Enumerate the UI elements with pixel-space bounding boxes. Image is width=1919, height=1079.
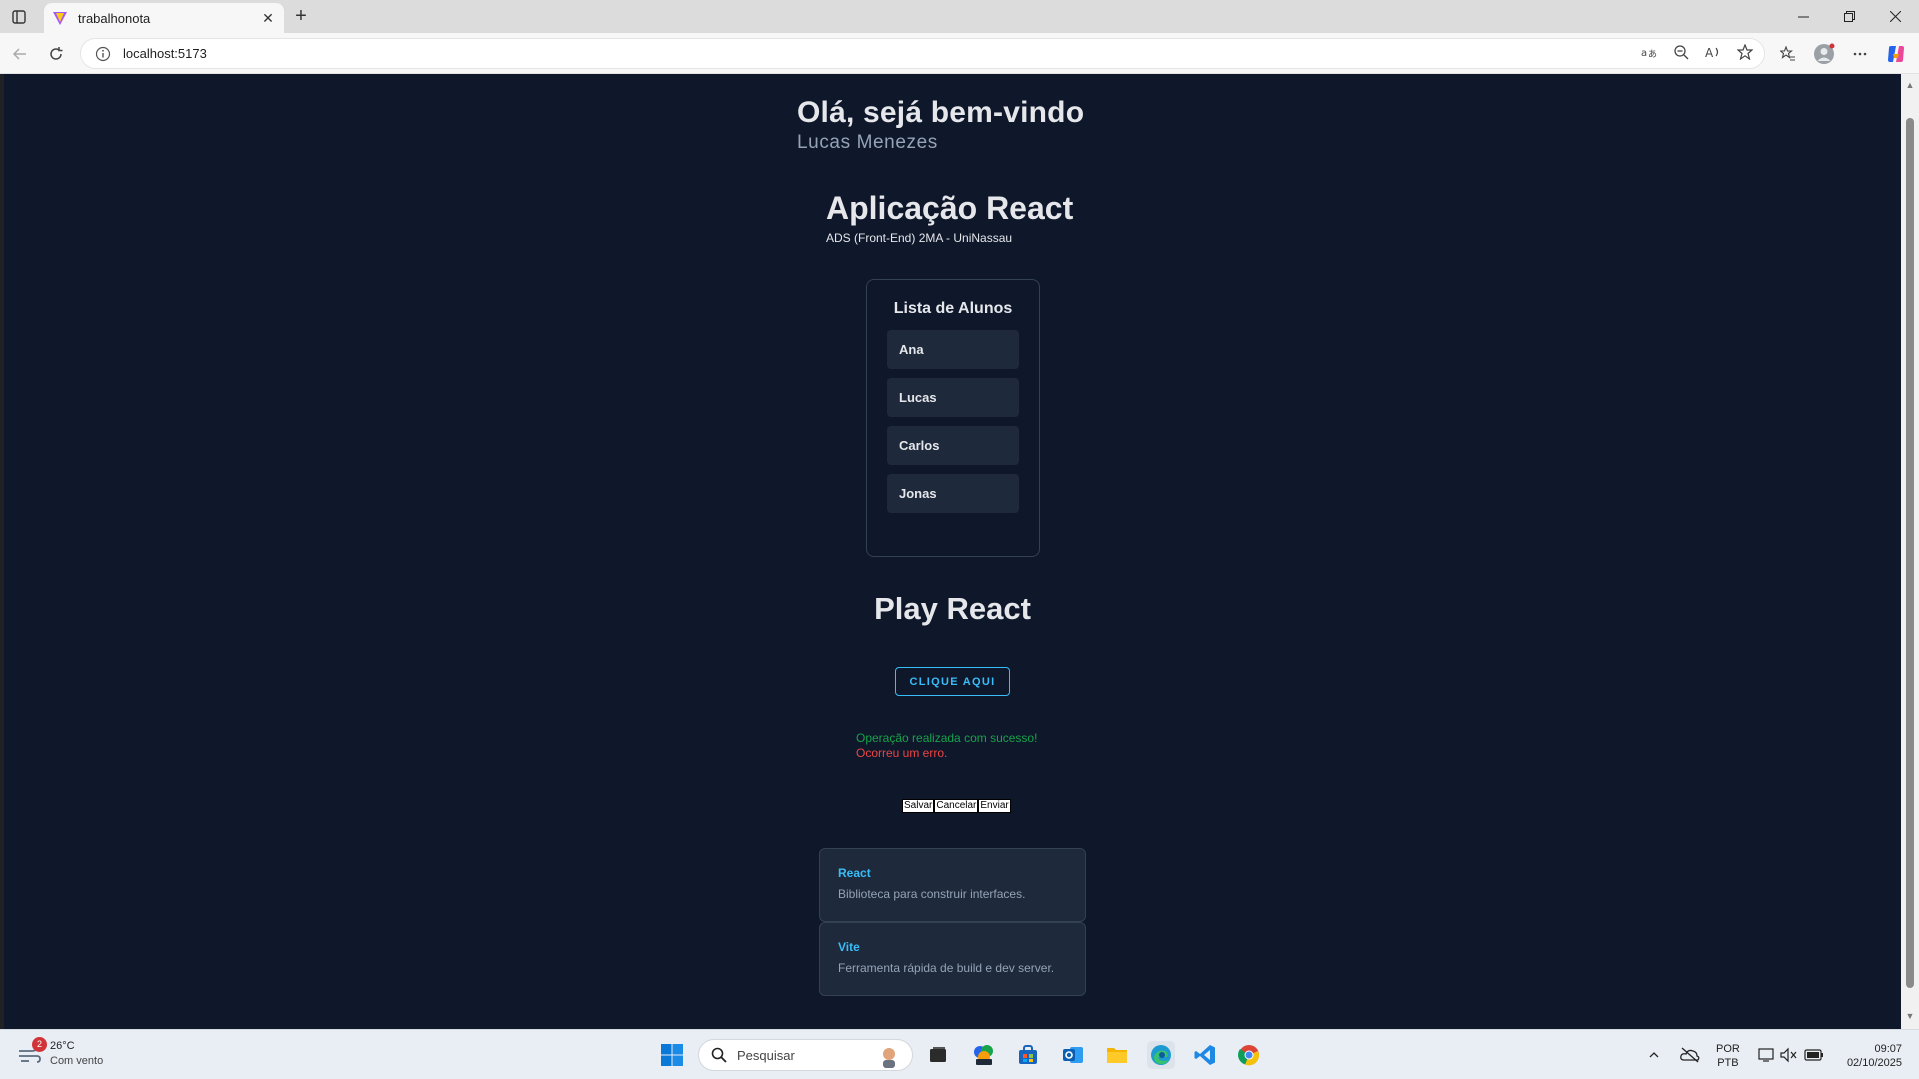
list-item: Jonas (887, 474, 1019, 513)
profile-avatar-icon[interactable] (1812, 42, 1836, 66)
temperature: 26°C (50, 1040, 75, 1052)
card-description: Ferramenta rápida de build e dev server. (838, 961, 1055, 975)
keyboard-layout: PTB (1717, 1057, 1739, 1069)
edge-browser-icon[interactable] (1147, 1041, 1175, 1069)
file-explorer-icon[interactable] (1103, 1041, 1131, 1069)
play-section: Play React (4, 591, 1901, 627)
clock-date: 02/10/2025 (1846, 1057, 1902, 1069)
taskbar-search[interactable]: Pesquisar (698, 1039, 913, 1071)
play-title: Play React (874, 591, 1031, 626)
task-view-icon[interactable] (924, 1041, 952, 1069)
back-icon[interactable] (8, 42, 32, 66)
favorites-icon[interactable] (1776, 42, 1800, 66)
svg-text:あ: あ (1648, 49, 1657, 60)
chrome-icon[interactable] (1235, 1041, 1263, 1069)
tray-overflow-icon[interactable] (1648, 1030, 1660, 1079)
outlook-icon[interactable] (1059, 1041, 1087, 1069)
browser-tab[interactable]: trabalhonota ✕ (44, 3, 284, 33)
translate-icon[interactable]: aあ (1640, 43, 1658, 61)
restore-icon[interactable] (1826, 0, 1872, 33)
page-viewport: Olá, sejá bem-vindo Lucas Menezes Aplica… (4, 74, 1901, 1029)
error-message: Ocorreu um erro. (856, 746, 948, 760)
scrollbar-thumb[interactable] (1906, 118, 1914, 988)
microsoft-365-icon[interactable] (970, 1041, 998, 1069)
page-scrollbar[interactable]: ▲ ▼ (1901, 74, 1919, 1029)
click-here-button[interactable]: CLIQUE AQUI (895, 667, 1010, 696)
battery-icon[interactable] (1804, 1030, 1824, 1079)
address-bar[interactable]: localhost:5173 (80, 38, 1765, 69)
volume-muted-icon[interactable] (1780, 1030, 1798, 1079)
list-item: Ana (887, 330, 1019, 369)
reload-icon[interactable] (44, 42, 68, 66)
read-aloud-icon[interactable]: A (1704, 43, 1722, 61)
tab-close-icon[interactable]: ✕ (260, 10, 276, 26)
vscode-icon[interactable] (1191, 1041, 1219, 1069)
copilot-icon[interactable] (1884, 42, 1908, 66)
student-list-card: Lista de Alunos Ana Lucas Carlos Jonas (866, 279, 1040, 557)
tab-title: trabalhonota (78, 10, 151, 26)
card-description: Biblioteca para construir interfaces. (838, 887, 1026, 901)
user-name: Lucas Menezes (797, 132, 938, 153)
browser-toolbar: localhost:5173 aあ A (0, 33, 1919, 74)
list-item: Lucas (887, 378, 1019, 417)
send-button[interactable]: Enviar (978, 799, 1011, 813)
site-info-icon[interactable] (95, 46, 111, 62)
svg-text:A: A (1705, 46, 1714, 60)
svg-text:a: a (1641, 48, 1647, 59)
list-item: Carlos (887, 426, 1019, 465)
student-list-title: Lista de Alunos (893, 300, 1013, 317)
language-indicator[interactable]: POR PTB (1716, 1042, 1740, 1070)
clock-time: 09:07 (1874, 1043, 1902, 1055)
scroll-down-icon[interactable]: ▼ (1905, 1011, 1915, 1021)
weather-widget[interactable]: 2 26°C Com vento (16, 1037, 104, 1069)
vite-favicon-icon (53, 12, 67, 25)
app-subtitle: ADS (Front-End) 2MA - UniNassau (826, 231, 1013, 245)
vite-card: Vite Ferramenta rápida de build e dev se… (819, 922, 1086, 996)
save-button[interactable]: Salvar (902, 799, 935, 813)
weather-condition: Com vento (50, 1055, 104, 1067)
close-window-icon[interactable] (1872, 0, 1918, 33)
zoom-out-icon[interactable] (1672, 43, 1690, 61)
url-text: localhost:5173 (123, 46, 207, 61)
ms-store-icon[interactable] (1014, 1041, 1042, 1069)
cancel-button[interactable]: Cancelar (934, 799, 979, 813)
card-title: Vite (838, 940, 860, 954)
search-placeholder: Pesquisar (737, 1047, 795, 1063)
minimize-icon[interactable] (1780, 0, 1826, 33)
language-code: POR (1716, 1043, 1740, 1055)
onedrive-offline-icon[interactable] (1680, 1030, 1700, 1079)
more-options-icon[interactable] (1848, 42, 1872, 66)
tab-bar: trabalhonota ✕ + (0, 0, 1919, 33)
success-message: Operação realizada com sucesso! (856, 731, 1038, 745)
app-header: Aplicação React ADS (Front-End) 2MA - Un… (826, 190, 1096, 245)
action-button-row: Salvar Cancelar Enviar (902, 799, 1011, 813)
greeting-title: Olá, sejá bem-vindo (797, 96, 1085, 129)
new-tab-button[interactable]: + (290, 6, 312, 28)
search-icon (711, 1047, 727, 1063)
system-clock[interactable]: 09:07 02/10/2025 (1838, 1042, 1902, 1070)
favorite-star-icon[interactable] (1736, 43, 1754, 61)
windows-start-icon[interactable] (660, 1043, 684, 1067)
card-title: React (838, 866, 871, 880)
welcome-header: Olá, sejá bem-vindo Lucas Menezes (797, 96, 1117, 154)
tab-actions-icon[interactable] (8, 6, 30, 28)
network-icon[interactable] (1758, 1030, 1776, 1079)
page-content: Olá, sejá bem-vindo Lucas Menezes Aplica… (4, 74, 1901, 1029)
windows-taskbar: 2 26°C Com vento Pesquisar POR PTB 09:07… (0, 1029, 1919, 1079)
search-highlight-icon (883, 1048, 895, 1068)
status-messages: Operação realizada com sucesso! Ocorreu … (856, 731, 1116, 761)
weather-badge: 2 (32, 1037, 47, 1052)
react-card: React Biblioteca para construir interfac… (819, 848, 1086, 922)
scroll-up-icon[interactable]: ▲ (1905, 80, 1915, 90)
app-title: Aplicação React (826, 190, 1074, 226)
wind-weather-icon: 2 (16, 1037, 47, 1067)
